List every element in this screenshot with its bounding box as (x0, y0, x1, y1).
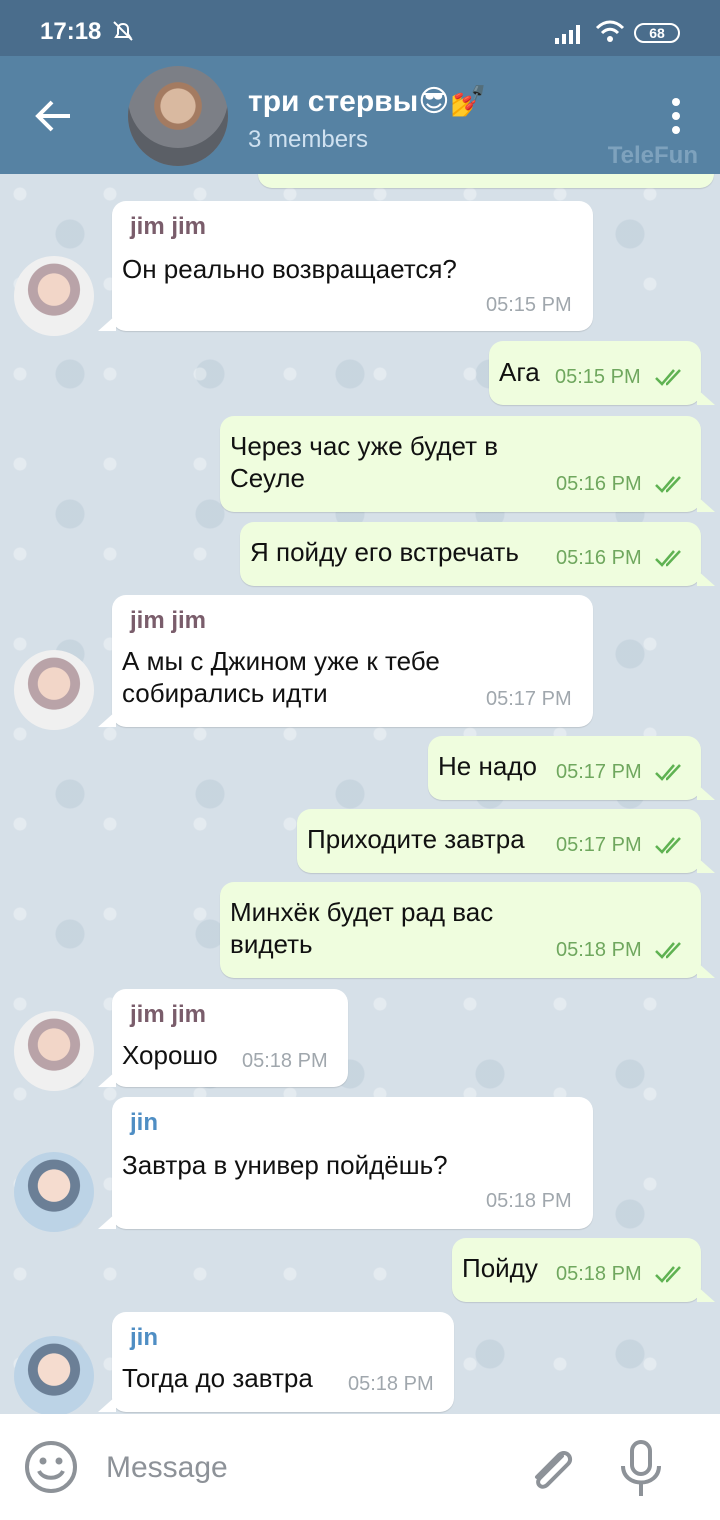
message-line: Через час уже будет в (230, 431, 499, 461)
double-check-icon (655, 476, 681, 493)
chat-title[interactable]: три стервы😎💅 (248, 84, 487, 119)
message-bubble-outgoing[interactable]: Я пойду его встречать 05:16 PM (240, 522, 715, 586)
message-bubble-incoming[interactable]: jin Завтра в универ пойдёшь? 05:18 PM (98, 1097, 593, 1229)
avatar-jin[interactable] (14, 1336, 94, 1414)
watermark: TeleFun (607, 142, 698, 169)
message-line: Сеуле (230, 463, 306, 493)
paperclip-icon[interactable] (526, 1442, 578, 1498)
message-time: 05:18 PM (242, 1050, 328, 1072)
battery-icon: 68 (634, 23, 680, 43)
sender-name: jim jim (130, 1001, 207, 1028)
sender-name: jim jim (130, 607, 207, 634)
message-bubble-incoming[interactable]: jim jim Хорошо 05:18 PM (98, 989, 348, 1087)
message-bubble-outgoing[interactable]: Ага 05:15 PM (489, 341, 715, 405)
chat-header: три стервы😎💅 3 members TeleFun (0, 56, 720, 174)
message-time: 05:17 PM (486, 688, 572, 710)
message-line: Пойду (462, 1253, 538, 1283)
message-input[interactable] (104, 1444, 508, 1492)
avatar-jim[interactable] (14, 1011, 94, 1091)
more-vertical-icon[interactable] (662, 96, 690, 136)
emoji-icon[interactable] (24, 1440, 78, 1494)
member-count: 3 members (248, 126, 369, 153)
avatar-jin[interactable] (14, 1152, 94, 1232)
double-check-icon (655, 1266, 681, 1283)
message-bubble-incoming[interactable]: jim jim Он реально возвращается? 05:15 P… (98, 201, 593, 331)
double-check-icon (655, 942, 681, 959)
message-line: собирались идти (122, 678, 328, 708)
wifi-icon (595, 20, 625, 42)
message-bubble-incoming[interactable]: jin Тогда до завтра 05:18 PM (98, 1312, 454, 1412)
message-bubble-outgoing[interactable]: Приходите завтра 05:17 PM (297, 809, 715, 873)
avatar-jim[interactable] (14, 256, 94, 336)
message-bubble-outgoing[interactable]: Пойду 05:18 PM (452, 1238, 715, 1302)
message-line: Я пойду его встречать (250, 537, 519, 567)
avatar-jim[interactable] (14, 650, 94, 730)
message-time: 05:18 PM (486, 1190, 572, 1212)
message-bubble-partial (258, 174, 714, 188)
message-line: Приходите завтра (307, 824, 525, 854)
message-line: Тогда до завтра (122, 1363, 313, 1393)
message-time: 05:16 PM (556, 473, 642, 495)
double-check-icon (655, 550, 681, 567)
message-line: Хорошо (122, 1040, 218, 1070)
message-line: видеть (230, 929, 313, 959)
double-check-icon (655, 837, 681, 854)
message-time: 05:18 PM (556, 939, 642, 961)
back-arrow-icon[interactable] (30, 96, 78, 136)
message-bubble-outgoing[interactable]: Минхёк будет рад вас видеть 05:18 PM (220, 882, 715, 978)
message-line: Он реально возвращается? (122, 254, 457, 284)
message-time: 05:17 PM (556, 834, 642, 856)
message-line: Минхёк будет рад вас (230, 897, 494, 927)
microphone-icon[interactable] (618, 1440, 664, 1498)
message-composer (0, 1414, 720, 1520)
message-line: Ага (499, 357, 540, 387)
sender-name: jim jim (130, 213, 207, 240)
message-time: 05:18 PM (348, 1373, 434, 1395)
status-bar: 17:18 68 (0, 0, 720, 56)
message-bubble-outgoing[interactable]: Через час уже будет в Сеуле 05:16 PM (220, 416, 715, 512)
double-check-icon (655, 369, 681, 386)
message-line: Завтра в универ пойдёшь? (122, 1150, 448, 1180)
message-line: А мы с Джином уже к тебе (122, 646, 440, 676)
status-time: 17:18 (40, 18, 102, 45)
group-avatar[interactable] (128, 66, 228, 166)
message-time: 05:15 PM (555, 366, 641, 388)
double-check-icon (655, 764, 681, 781)
message-time: 05:17 PM (556, 761, 642, 783)
sender-name: jin (130, 1109, 158, 1136)
message-bubble-incoming[interactable]: jim jim А мы с Джином уже к тебе собирал… (98, 595, 593, 727)
message-bubble-outgoing[interactable]: Не надо 05:17 PM (428, 736, 715, 800)
signal-icon (555, 25, 580, 44)
message-time: 05:15 PM (486, 294, 572, 316)
message-list[interactable]: jim jim Он реально возвращается? 05:15 P… (0, 174, 720, 1414)
bell-off-icon (113, 21, 133, 41)
message-line: Не надо (438, 751, 537, 781)
sender-name: jin (130, 1324, 158, 1351)
message-time: 05:16 PM (556, 547, 642, 569)
message-time: 05:18 PM (556, 1263, 642, 1285)
